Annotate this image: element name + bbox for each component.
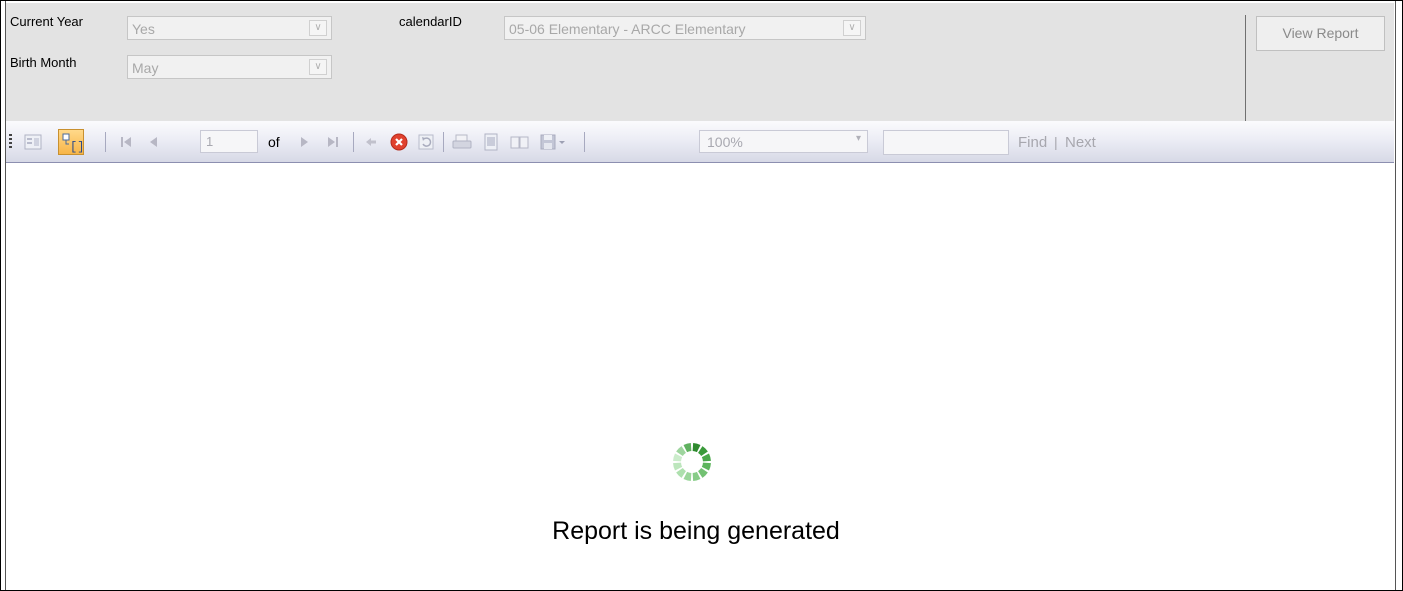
toolbar-grip[interactable] [9, 134, 12, 150]
chevron-down-icon[interactable]: ▾ [856, 133, 861, 144]
birth-month-value: May [132, 60, 159, 76]
birth-month-select[interactable]: May ∨ [127, 55, 332, 79]
find-input[interactable] [883, 130, 1009, 155]
calendar-id-value: 05-06 Elementary - ARCC Elementary [509, 21, 746, 37]
spinner-segment [692, 471, 701, 481]
first-page-icon[interactable] [116, 132, 136, 152]
last-page-icon[interactable] [323, 132, 343, 152]
spinner-segment [676, 446, 686, 456]
spinner-segment [701, 453, 711, 462]
current-year-label: Current Year [10, 14, 83, 29]
spinner-segment [683, 471, 692, 481]
calendar-id-label: calendarID [399, 14, 462, 29]
spinner-segment [698, 468, 708, 478]
current-year-select[interactable]: Yes ∨ [127, 16, 332, 40]
loading-spinner-icon [673, 443, 711, 481]
previous-page-icon[interactable] [144, 132, 164, 152]
find-link[interactable]: Find [1018, 134, 1047, 151]
parameters-toggle-icon[interactable]: [] [58, 129, 84, 155]
spinner-segment [683, 443, 692, 453]
chevron-down-icon[interactable]: ∨ [843, 20, 861, 36]
spinner-segment [692, 443, 701, 453]
chevron-down-icon[interactable]: ∨ [309, 59, 327, 75]
parameter-panel: Current Year Yes ∨ Birth Month May ∨ cal… [6, 3, 1394, 121]
view-report-button[interactable]: View Report [1256, 16, 1385, 51]
stop-icon[interactable] [389, 132, 409, 152]
calendar-id-select[interactable]: 05-06 Elementary - ARCC Elementary ∨ [504, 16, 866, 40]
print-layout-icon[interactable] [481, 132, 501, 152]
report-toolbar: [] 1 of 100% ▾ Find | Next [6, 121, 1394, 163]
divider [1245, 15, 1246, 121]
toolbar-separator [584, 132, 585, 152]
next-link[interactable]: Next [1065, 134, 1096, 151]
birth-month-label: Birth Month [10, 55, 77, 70]
spinner-segment [673, 462, 683, 471]
current-year-value: Yes [132, 21, 155, 37]
refresh-icon[interactable] [416, 132, 436, 152]
spinner-segment [701, 462, 711, 471]
report-viewer: Current Year Yes ∨ Birth Month May ∨ cal… [0, 0, 1403, 591]
spinner-segment [673, 453, 683, 462]
page-number-input[interactable]: 1 [200, 130, 258, 153]
loading-status-text: Report is being generated [552, 517, 840, 545]
print-icon[interactable] [451, 132, 472, 152]
spinner-segment [698, 446, 708, 456]
toolbar-separator [443, 132, 444, 152]
toolbar-separator [353, 132, 354, 152]
back-to-parent-icon[interactable] [361, 132, 381, 152]
next-page-icon[interactable] [294, 132, 314, 152]
zoom-select[interactable]: 100% ▾ [699, 130, 868, 153]
chevron-down-icon[interactable]: ∨ [309, 20, 327, 36]
svg-text:[]: [] [70, 140, 83, 154]
export-icon[interactable] [539, 132, 571, 152]
page-of-label: of [268, 134, 280, 150]
zoom-value: 100% [707, 134, 743, 150]
spinner-segment [676, 468, 686, 478]
page-setup-icon[interactable] [509, 132, 529, 152]
find-separator: | [1054, 134, 1058, 150]
toolbar-separator [105, 132, 106, 152]
document-map-icon[interactable] [23, 132, 43, 152]
